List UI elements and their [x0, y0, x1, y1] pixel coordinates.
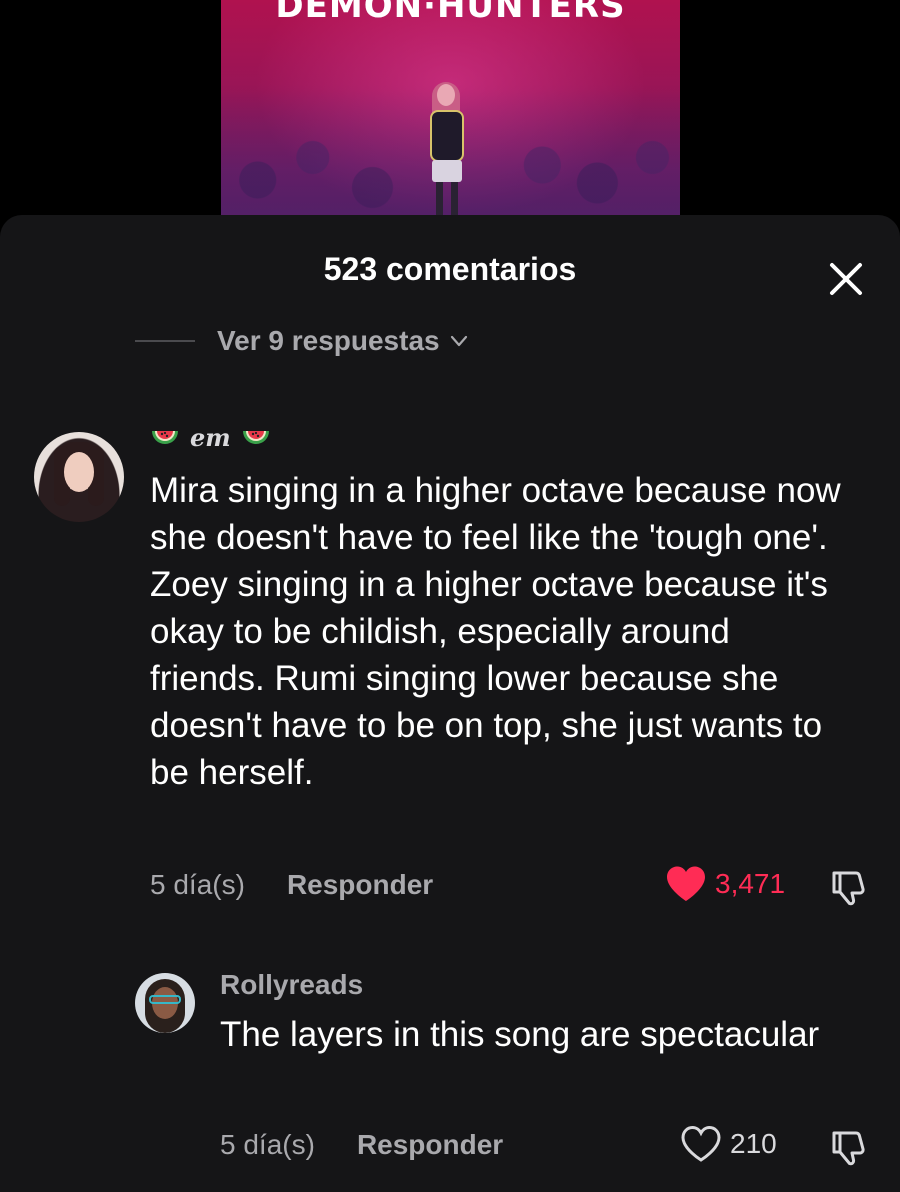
comment-username[interactable]: em — [150, 423, 271, 452]
comment-text: Mira singing in a higher octave because … — [150, 471, 841, 792]
comment-timestamp: 5 día(s) — [150, 869, 245, 900]
chevron-down-icon — [450, 335, 467, 347]
replies-divider — [135, 340, 195, 342]
comment-timestamp: 5 día(s) — [220, 1129, 315, 1160]
avatar[interactable] — [135, 973, 195, 1033]
comment-text: The layers in this song are spectacular — [220, 1015, 820, 1054]
like-count: 3,471 — [715, 868, 786, 899]
comment-meta: 5 día(s) Responder — [220, 1129, 503, 1161]
like-button[interactable]: 3,471 — [665, 865, 785, 903]
like-button[interactable]: 210 — [680, 1125, 777, 1163]
close-button[interactable] — [826, 259, 866, 299]
dislike-button[interactable] — [826, 865, 870, 909]
heart-filled-icon — [667, 866, 705, 901]
comment-username[interactable]: Rollyreads — [220, 969, 363, 1001]
thumbs-down-icon — [832, 871, 865, 906]
reply-button[interactable]: Responder — [287, 869, 433, 901]
watermelon-icon — [152, 430, 178, 444]
like-count: 210 — [730, 1128, 777, 1159]
comments-count-title: 523 comentarios — [323, 251, 577, 287]
thumbs-down-icon — [832, 1131, 865, 1166]
view-replies-label: Ver 9 respuestas — [217, 325, 440, 356]
avatar[interactable] — [34, 432, 124, 522]
comments-sheet: 523 comentarios Ver 9 respuestas em Mira… — [0, 215, 900, 1192]
view-replies-button[interactable]: Ver 9 respuestas — [135, 323, 470, 359]
video-title: DEMON·HUNTERS — [275, 0, 626, 26]
heart-outline-icon — [681, 1125, 721, 1162]
watermelon-icon — [242, 430, 269, 444]
close-icon — [830, 263, 862, 295]
reply-button[interactable]: Responder — [357, 1129, 503, 1161]
username-text: em — [190, 423, 231, 452]
comment-meta: 5 día(s) Responder — [150, 869, 433, 901]
video-area: DEMON·HUNTERS — [0, 0, 900, 240]
singer-figure — [418, 82, 476, 216]
dislike-button[interactable] — [826, 1125, 870, 1169]
